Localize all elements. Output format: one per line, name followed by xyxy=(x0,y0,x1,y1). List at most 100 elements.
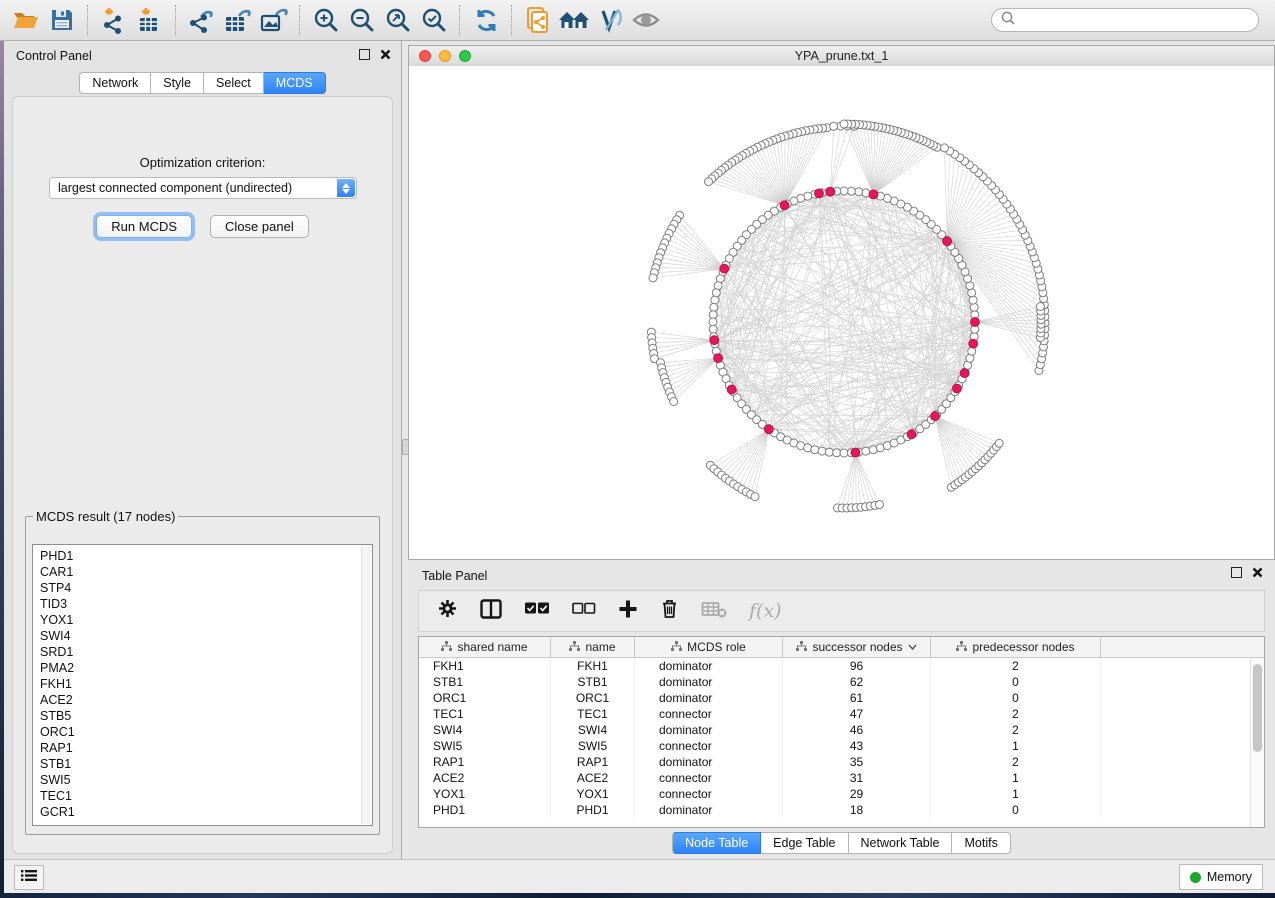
import-table-icon[interactable] xyxy=(133,3,167,37)
list-item[interactable]: STP4 xyxy=(40,580,372,596)
close-panel-icon[interactable] xyxy=(380,49,391,60)
list-item[interactable]: ORC1 xyxy=(40,724,372,740)
result-list-scrollbar[interactable] xyxy=(361,546,371,824)
minimize-window-icon[interactable] xyxy=(439,50,451,62)
table-row[interactable]: RAP1RAP1dominator352 xyxy=(419,754,1264,770)
list-item[interactable]: STB5 xyxy=(40,708,372,724)
table-row[interactable]: YOX1YOX1connector291 xyxy=(419,786,1264,802)
share-session-icon[interactable] xyxy=(521,3,555,37)
deselect-all-icon[interactable] xyxy=(572,602,596,620)
column-layout-icon[interactable] xyxy=(480,599,502,624)
cell-successors: 61 xyxy=(783,690,931,706)
run-mcds-button[interactable]: Run MCDS xyxy=(96,215,192,238)
optimization-criterion-value: largest connected component (undirected) xyxy=(58,181,292,195)
list-item[interactable]: PMA2 xyxy=(40,660,372,676)
column-header-name[interactable]: name xyxy=(551,637,635,657)
list-item[interactable]: RAP1 xyxy=(40,740,372,756)
tab-network[interactable]: Network xyxy=(79,72,151,94)
toolbar-separator xyxy=(299,5,301,35)
cell-predecessors: 0 xyxy=(931,674,1101,690)
cell-shared_name: ORC1 xyxy=(419,690,551,706)
list-item[interactable]: STB1 xyxy=(40,756,372,772)
clear-table-icon[interactable] xyxy=(701,600,727,623)
zoom-window-icon[interactable] xyxy=(459,50,471,62)
column-header-shared-name[interactable]: shared name xyxy=(419,637,551,657)
list-item[interactable]: SWI5 xyxy=(40,772,372,788)
list-item[interactable]: SRD1 xyxy=(40,644,372,660)
table-row[interactable]: ORC1ORC1dominator610 xyxy=(419,690,1264,706)
cell-role: dominator xyxy=(635,674,783,690)
select-all-icon[interactable] xyxy=(524,601,550,621)
import-network-icon[interactable] xyxy=(97,3,131,37)
table-row[interactable]: STB1STB1dominator620 xyxy=(419,674,1264,690)
zoom-out-icon[interactable] xyxy=(345,3,379,37)
list-item[interactable]: CAR1 xyxy=(40,564,372,580)
list-item[interactable]: PHD1 xyxy=(40,548,372,564)
network-window-titlebar[interactable]: YPA_prune.txt_1 xyxy=(409,46,1274,67)
cell-shared_name: PHD1 xyxy=(419,802,551,818)
tab-style[interactable]: Style xyxy=(151,72,204,94)
function-builder-icon[interactable]: f(x) xyxy=(749,600,782,622)
float-table-panel-icon[interactable] xyxy=(1231,567,1242,578)
list-item[interactable]: TEC1 xyxy=(40,788,372,804)
close-table-panel-icon[interactable] xyxy=(1252,567,1263,578)
control-panel-title: Control Panel xyxy=(16,49,92,63)
table-row[interactable]: PHD1PHD1dominator180 xyxy=(419,802,1264,818)
list-item[interactable]: GCR1 xyxy=(40,804,372,820)
delete-column-icon[interactable] xyxy=(660,598,679,624)
tab-select[interactable]: Select xyxy=(204,72,264,94)
tab-edge-table[interactable]: Edge Table xyxy=(761,832,848,854)
table-row[interactable]: ACE2ACE2connector311 xyxy=(419,770,1264,786)
column-header-successor-nodes[interactable]: successor nodes xyxy=(783,637,931,657)
home-icon[interactable] xyxy=(557,3,591,37)
memory-button[interactable]: Memory xyxy=(1179,864,1263,890)
list-item[interactable]: ACE2 xyxy=(40,692,372,708)
optimization-criterion-select[interactable]: largest connected component (undirected) xyxy=(49,177,357,199)
save-icon[interactable] xyxy=(45,3,79,37)
tab-node-table[interactable]: Node Table xyxy=(672,832,761,854)
table-scrollbar-thumb[interactable] xyxy=(1253,664,1262,752)
zoom-in-icon[interactable] xyxy=(309,3,343,37)
mcds-result-list[interactable]: PHD1CAR1STP4TID3YOX1SWI4SRD1PMA2FKH1ACE2… xyxy=(32,544,373,826)
refresh-icon[interactable] xyxy=(469,3,503,37)
table-settings-gear-icon[interactable] xyxy=(437,598,458,624)
eye-icon[interactable] xyxy=(629,3,663,37)
list-item[interactable]: SWI4 xyxy=(40,628,372,644)
close-window-icon[interactable] xyxy=(419,50,431,62)
table-scrollbar[interactable] xyxy=(1250,658,1264,827)
column-header-MCDS-role[interactable]: MCDS role xyxy=(635,637,783,657)
column-header-predecessor-nodes[interactable]: predecessor nodes xyxy=(931,637,1101,657)
export-image-icon[interactable] xyxy=(257,3,291,37)
mcds-result-title: MCDS result (17 nodes) xyxy=(33,509,178,524)
sort-descending-icon xyxy=(908,644,917,650)
tab-network-table[interactable]: Network Table xyxy=(849,832,953,854)
network-canvas[interactable] xyxy=(409,66,1274,559)
open-folder-icon[interactable] xyxy=(9,3,43,37)
toolbar-separator xyxy=(459,5,461,35)
column-type-icon xyxy=(441,640,452,654)
list-item[interactable]: YOX1 xyxy=(40,612,372,628)
table-row[interactable]: SWI4SWI4dominator462 xyxy=(419,722,1264,738)
cell-shared_name: FKH1 xyxy=(419,658,551,674)
log-console-button[interactable] xyxy=(14,865,44,890)
cell-predecessors: 0 xyxy=(931,690,1101,706)
table-row[interactable]: SWI5SWI5connector431 xyxy=(419,738,1264,754)
column-header-filler xyxy=(1101,637,1264,657)
list-item[interactable]: TID3 xyxy=(40,596,372,612)
search-input[interactable] xyxy=(1016,10,1258,30)
float-panel-icon[interactable] xyxy=(359,49,370,60)
zoom-fit-icon[interactable] xyxy=(381,3,415,37)
table-row[interactable]: FKH1FKH1dominator962 xyxy=(419,658,1264,674)
tab-motifs[interactable]: Motifs xyxy=(952,832,1010,854)
close-panel-button[interactable]: Close panel xyxy=(210,215,309,238)
table-row[interactable]: TEC1TEC1connector472 xyxy=(419,706,1264,722)
export-table-icon[interactable] xyxy=(221,3,255,37)
add-column-icon[interactable] xyxy=(618,599,638,624)
cell-role: dominator xyxy=(635,802,783,818)
network-graph[interactable] xyxy=(409,66,1274,559)
export-network-icon[interactable] xyxy=(185,3,219,37)
tab-mcds[interactable]: MCDS xyxy=(264,72,326,94)
list-item[interactable]: FKH1 xyxy=(40,676,372,692)
zoom-selected-icon[interactable] xyxy=(417,3,451,37)
toggle-annotations-icon[interactable] xyxy=(593,3,627,37)
